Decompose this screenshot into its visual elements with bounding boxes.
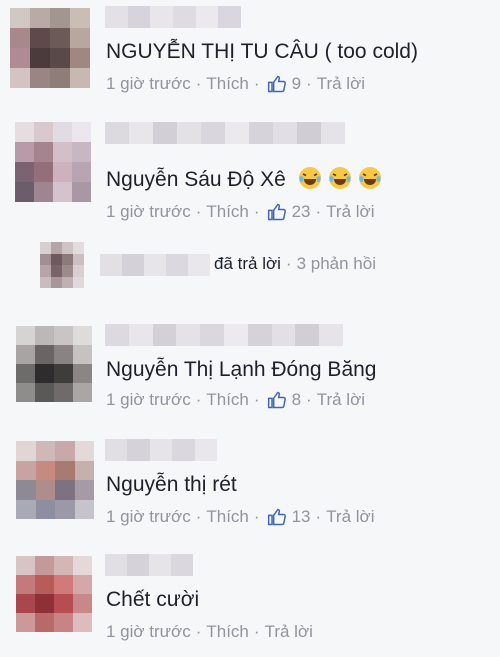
- avatar[interactable]: [10, 8, 90, 88]
- laughing-tears-emoji-icon: [298, 167, 321, 189]
- reply-summary: đã trả lời · 3 phản hồi: [214, 254, 376, 274]
- comment-meta: 1 giờ trước · Thích · 23 · Trả lời: [106, 202, 375, 222]
- avatar[interactable]: [15, 122, 91, 202]
- timestamp: 1 giờ trước: [106, 390, 191, 409]
- author-name-blurred[interactable]: [105, 6, 242, 28]
- like-link[interactable]: Thích: [206, 202, 249, 222]
- comment-text: Chết cười: [106, 588, 200, 611]
- author-name-blurred[interactable]: [105, 324, 343, 346]
- thumbs-up-icon[interactable]: [267, 507, 287, 527]
- comment-meta: 1 giờ trước · Thích · 9 · Trả lời: [106, 74, 366, 94]
- reply-link[interactable]: Trả lời: [265, 622, 313, 642]
- thumbs-up-icon[interactable]: [267, 390, 287, 410]
- avatar[interactable]: [16, 441, 94, 519]
- reply-link[interactable]: Trả lời: [326, 507, 374, 527]
- comment-2: Nguyễn Sáu Độ Xê 1 giờ trước · Thích · 2…: [0, 112, 500, 303]
- like-count: 9: [291, 74, 302, 93]
- reply-link[interactable]: Trả lời: [317, 74, 365, 94]
- timestamp: 1 giờ trước: [106, 507, 191, 526]
- like-link[interactable]: Thích: [206, 622, 249, 642]
- reply-link[interactable]: Trả lời: [317, 390, 365, 410]
- comment-3: Nguyễn Thị Lạnh Đóng Băng 1 giờ trước · …: [0, 302, 500, 428]
- comment-meta: 1 giờ trước · Thích · Trả lời: [106, 622, 313, 642]
- comment-5: Chết cười 1 giờ trước · Thích · Trả lời: [0, 542, 500, 657]
- reply-author-blurred[interactable]: [100, 254, 210, 276]
- reply-summary-row[interactable]: đã trả lời · 3 phản hồi: [0, 240, 500, 290]
- reply-action-text: đã trả lời: [214, 254, 281, 273]
- laughing-tears-emoji-icon: [328, 167, 351, 189]
- thumbs-up-icon[interactable]: [267, 74, 287, 94]
- like-count: 13: [291, 507, 311, 526]
- comment-4: Nguyễn thị rét 1 giờ trước · Thích · 13 …: [0, 427, 500, 543]
- laughing-tears-emoji-icon: [358, 167, 381, 189]
- reply-link[interactable]: Trả lời: [326, 202, 374, 222]
- comment-text: NGUYỄN THỊ TU CÂU ( too cold): [106, 40, 418, 63]
- comment-text: Nguyễn Thị Lạnh Đóng Băng: [106, 358, 377, 381]
- timestamp: 1 giờ trước: [106, 622, 191, 641]
- author-name-blurred[interactable]: [105, 439, 218, 461]
- like-count: 8: [291, 390, 302, 409]
- reply-avatar[interactable]: [40, 242, 84, 288]
- avatar[interactable]: [16, 326, 92, 402]
- author-name-blurred[interactable]: [105, 122, 345, 144]
- timestamp: 1 giờ trước: [106, 74, 191, 93]
- comment-meta: 1 giờ trước · Thích · 13 · Trả lời: [106, 507, 375, 527]
- thumbs-up-icon[interactable]: [267, 202, 287, 222]
- avatar[interactable]: [16, 556, 92, 632]
- comment-meta: 1 giờ trước · Thích · 8 · Trả lời: [106, 390, 366, 410]
- comment-text: Nguyễn Sáu Độ Xê: [106, 166, 382, 192]
- like-count: 23: [291, 202, 311, 221]
- comment-1: NGUYỄN THỊ TU CÂU ( too cold) 1 giờ trướ…: [0, 0, 500, 113]
- like-link[interactable]: Thích: [206, 74, 249, 94]
- like-link[interactable]: Thích: [206, 390, 249, 410]
- timestamp: 1 giờ trước: [106, 202, 191, 221]
- comment-text: Nguyễn thị rét: [106, 473, 237, 496]
- like-link[interactable]: Thích: [206, 507, 249, 527]
- reply-count-link[interactable]: 3 phản hồi: [297, 254, 376, 274]
- author-name-blurred[interactable]: [105, 554, 193, 576]
